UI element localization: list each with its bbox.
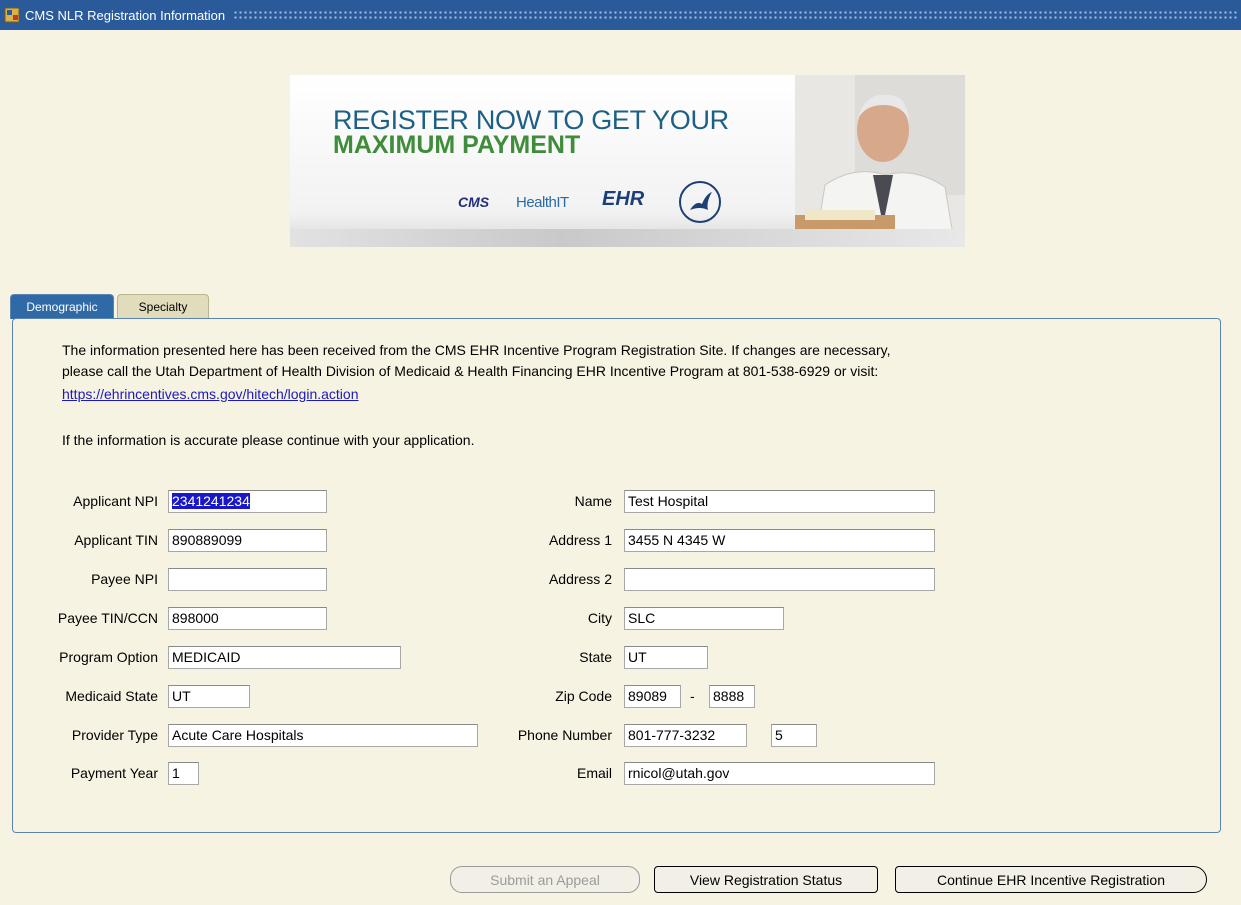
applicant-npi-field[interactable]: 2341241234: [168, 490, 327, 513]
email-field[interactable]: rnicol@utah.gov: [624, 762, 935, 785]
medicaid-state-label: Medicaid State: [65, 688, 158, 704]
applicant-npi-label: Applicant NPI: [73, 493, 158, 509]
name-field[interactable]: Test Hospital: [624, 490, 935, 513]
healthit-logo: HealthIT: [516, 194, 569, 211]
program-option-label: Program Option: [59, 649, 158, 665]
view-registration-status-button[interactable]: View Registration Status: [654, 866, 878, 893]
banner-bottom-strip: [290, 229, 965, 247]
zip-code-field[interactable]: 89089: [624, 685, 681, 708]
address2-field[interactable]: [624, 568, 935, 591]
window-title-bar: CMS NLR Registration Information: [0, 0, 1241, 30]
zip-separator: -: [690, 688, 695, 704]
submit-appeal-button[interactable]: Submit an Appeal: [450, 866, 640, 893]
state-field[interactable]: UT: [624, 646, 708, 669]
address1-field[interactable]: 3455 N 4345 W: [624, 529, 935, 552]
payment-year-label: Payment Year: [70, 765, 158, 781]
banner-subheadline: MAXIMUM PAYMENT: [333, 131, 581, 159]
provider-type-label: Provider Type: [71, 727, 158, 743]
applicant-npi-value: 2341241234: [172, 493, 250, 509]
state-label: State: [579, 649, 612, 665]
doctor-image: [795, 75, 965, 247]
phone-number-label: Phone Number: [517, 727, 612, 743]
email-label: Email: [576, 765, 612, 781]
info-text-line2: please call the Utah Department of Healt…: [62, 363, 879, 379]
city-label: City: [587, 610, 612, 626]
banner-logos: CMS HealthIT EHR: [450, 180, 810, 223]
city-field[interactable]: SLC: [624, 607, 784, 630]
ehr-logo: EHR: [602, 188, 645, 210]
medicaid-state-field[interactable]: UT: [168, 685, 250, 708]
payee-tin-ccn-field[interactable]: 898000: [168, 607, 327, 630]
register-banner: REGISTER NOW TO GET YOUR MAXIMUM PAYMENT…: [290, 75, 965, 247]
provider-type-field[interactable]: Acute Care Hospitals: [168, 724, 478, 747]
payment-year-field[interactable]: 1: [168, 762, 199, 785]
phone-extension-field[interactable]: 5: [771, 724, 817, 747]
tab-specialty[interactable]: Specialty: [117, 294, 209, 319]
cms-registration-link[interactable]: https://ehrincentives.cms.gov/hitech/log…: [62, 386, 359, 402]
applicant-tin-label: Applicant TIN: [74, 532, 158, 548]
continue-ehr-registration-button[interactable]: Continue EHR Incentive Registration: [895, 866, 1207, 893]
payee-npi-field[interactable]: [168, 568, 327, 591]
program-option-field[interactable]: MEDICAID: [168, 646, 401, 669]
zip-code-label: Zip Code: [555, 688, 612, 704]
zip-extension-field[interactable]: 8888: [709, 685, 755, 708]
title-bar-pattern: [233, 10, 1237, 20]
tab-demographic[interactable]: Demographic: [10, 294, 114, 319]
cms-logo: CMS: [458, 194, 490, 210]
info-text-line3: If the information is accurate please co…: [62, 432, 475, 448]
payee-tin-ccn-label: Payee TIN/CCN: [57, 610, 158, 626]
name-label: Name: [574, 493, 612, 509]
address2-label: Address 2: [548, 571, 612, 587]
address1-label: Address 1: [548, 532, 612, 548]
app-icon: [3, 6, 21, 24]
info-text-line1: The information presented here has been …: [62, 342, 891, 358]
applicant-tin-field[interactable]: 890889099: [168, 529, 327, 552]
phone-number-field[interactable]: 801-777-3232: [624, 724, 747, 747]
window-title: CMS NLR Registration Information: [25, 7, 226, 23]
payee-npi-label: Payee NPI: [91, 571, 158, 587]
hhs-eagle-logo: [679, 181, 721, 223]
